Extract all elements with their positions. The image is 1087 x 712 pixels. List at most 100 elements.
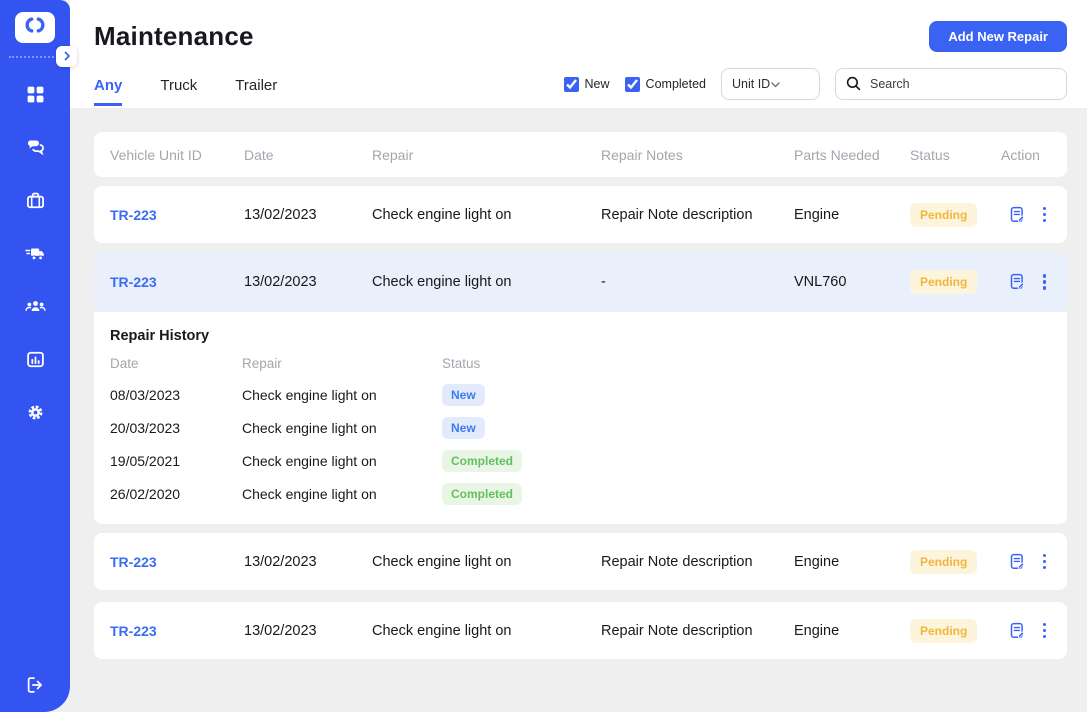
hist-col-date: Date [110,356,242,371]
brand-arcs-icon [24,16,46,39]
hist-col-status: Status [442,356,1051,371]
filter-controls: New Completed Unit ID [564,68,1067,106]
col-date: Date [244,147,372,163]
search-box [835,68,1067,100]
tab-trailer[interactable]: Trailer [235,77,277,106]
status-badge: Pending [910,203,977,227]
table-row[interactable]: TR-223 13/02/2023 Check engine light on … [94,186,1067,243]
expanded-row-card: TR-223 13/02/2023 Check engine light on … [94,252,1067,524]
repair-history-header: Date Repair Status [94,348,1067,378]
row-menu-button[interactable] [1041,552,1048,571]
messages-icon [25,138,45,162]
repair-history-title: Repair History [94,328,1067,344]
briefcase-icon [26,191,45,215]
status-badge: Pending [910,619,977,643]
gear-icon [26,403,45,427]
edit-note-button[interactable] [1009,622,1026,639]
edit-note-button[interactable] [1009,206,1026,223]
row-parts: Engine [794,207,910,223]
row-date: 13/02/2023 [244,274,372,290]
table-header-row: Vehicle Unit ID Date Repair Repair Notes… [94,132,1067,177]
sidebar-item-reports[interactable] [18,349,52,375]
sidebar-divider [9,56,61,58]
table-row-expanded[interactable]: TR-223 13/02/2023 Check engine light on … [94,252,1067,312]
main-content: Maintenance Add New Repair Any Truck Tra… [70,0,1087,712]
filter-completed: Completed [625,77,706,92]
hist-col-repair: Repair [242,356,442,371]
add-new-repair-button[interactable]: Add New Repair [929,21,1067,52]
bar-chart-icon [26,350,45,374]
app-logo[interactable] [15,12,55,43]
completed-checkbox[interactable] [625,77,640,92]
sidebar-item-fleet[interactable] [18,243,52,269]
new-checkbox[interactable] [564,77,579,92]
repair-history-row: 20/03/2023 Check engine light on New [94,411,1067,444]
chevron-down-icon [771,77,810,91]
logout-button[interactable] [0,676,70,699]
row-date: 13/02/2023 [244,554,372,570]
hist-date: 08/03/2023 [110,387,242,403]
sidebar-item-dashboard[interactable] [18,84,52,110]
row-date: 13/02/2023 [244,207,372,223]
col-parts-needed: Parts Needed [794,147,910,163]
edit-note-button[interactable] [1009,273,1026,290]
unit-id-link[interactable]: TR-223 [110,554,244,570]
tab-bar: Any Truck Trailer [94,77,277,106]
row-notes: Repair Note description [601,554,794,570]
repair-history-row: 19/05/2021 Check engine light on Complet… [94,444,1067,477]
status-badge: Completed [442,483,522,505]
col-status: Status [910,147,1001,163]
row-notes: Repair Note description [601,623,794,639]
status-badge: Completed [442,450,522,472]
repair-history-row: 08/03/2023 Check engine light on New [94,378,1067,411]
row-menu-button[interactable] [1041,621,1048,640]
row-parts: VNL760 [794,274,910,290]
unit-id-dropdown[interactable]: Unit ID [721,68,820,100]
logout-icon [26,676,45,699]
col-vehicle-unit-id: Vehicle Unit ID [110,147,244,163]
completed-checkbox-label: Completed [646,77,706,91]
sidebar [0,0,70,712]
search-input[interactable] [835,68,1067,100]
unit-id-link[interactable]: TR-223 [110,207,244,223]
repair-history-row: 26/02/2020 Check engine light on Complet… [94,477,1067,510]
row-repair: Check engine light on [372,274,601,290]
tab-any[interactable]: Any [94,77,122,106]
unit-id-link[interactable]: TR-223 [110,274,244,290]
chevron-right-icon [62,48,72,66]
dashboard-icon [26,85,45,109]
truck-icon [25,245,46,268]
row-parts: Engine [794,554,910,570]
tab-truck[interactable]: Truck [160,77,197,106]
col-repair: Repair [372,147,601,163]
repair-history-section: Repair History Date Repair Status 08/03/… [94,312,1067,524]
team-icon [25,298,46,321]
hist-repair: Check engine light on [242,420,442,436]
row-repair: Check engine light on [372,554,601,570]
row-menu-button[interactable] [1041,272,1048,291]
row-notes: Repair Note description [601,207,794,223]
table-row[interactable]: TR-223 13/02/2023 Check engine light on … [94,602,1067,659]
row-parts: Engine [794,623,910,639]
sidebar-expand-button[interactable] [56,46,77,67]
status-badge: Pending [910,270,977,294]
unit-id-link[interactable]: TR-223 [110,623,244,639]
new-checkbox-label: New [585,77,610,91]
edit-note-button[interactable] [1009,553,1026,570]
status-badge: New [442,384,485,406]
hist-date: 19/05/2021 [110,453,242,469]
hist-repair: Check engine light on [242,453,442,469]
col-repair-notes: Repair Notes [601,147,794,163]
sidebar-item-inventory[interactable] [18,190,52,216]
row-repair: Check engine light on [372,207,601,223]
row-menu-button[interactable] [1041,205,1048,224]
sidebar-item-settings[interactable] [18,402,52,428]
status-badge: New [442,417,485,439]
sidebar-item-team[interactable] [18,296,52,322]
table-row[interactable]: TR-223 13/02/2023 Check engine light on … [94,533,1067,590]
row-date: 13/02/2023 [244,623,372,639]
maintenance-screen: Maintenance Add New Repair Any Truck Tra… [0,0,1087,712]
sidebar-item-messages[interactable] [18,137,52,163]
status-badge: Pending [910,550,977,574]
sidebar-nav [18,84,52,428]
